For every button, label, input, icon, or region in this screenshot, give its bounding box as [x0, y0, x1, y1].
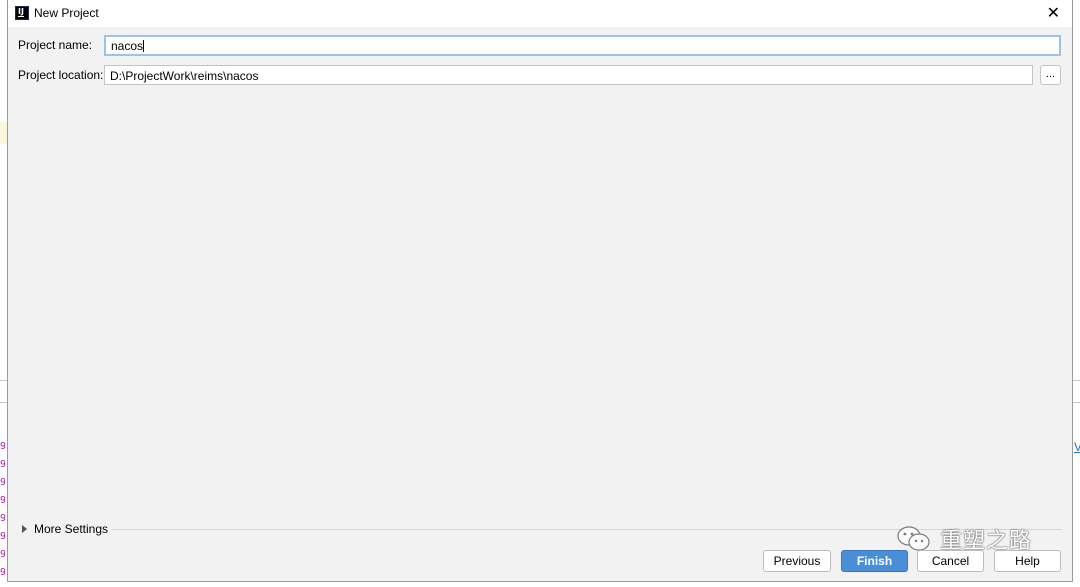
panel-divider — [0, 402, 7, 403]
log-marker: 9 — [0, 514, 5, 524]
log-marker: 9 — [0, 568, 5, 578]
log-marker: 9 — [0, 496, 5, 506]
previous-button[interactable]: Previous — [763, 550, 831, 572]
log-marker: 9 — [0, 460, 5, 470]
close-icon[interactable]: ✕ — [1047, 3, 1060, 23]
dialog-titlebar[interactable]: IJ New Project ✕ — [8, 0, 1072, 27]
more-settings-label: More Settings — [34, 522, 109, 536]
project-name-value: nacos — [111, 39, 144, 53]
log-marker: 9 — [0, 442, 5, 452]
dialog-title: New Project — [34, 6, 99, 20]
background-link[interactable]: V — [1074, 440, 1080, 454]
intellij-app-icon: IJ — [15, 6, 29, 20]
help-button[interactable]: Help — [994, 550, 1061, 572]
log-marker: 9 — [0, 532, 5, 542]
more-settings-toggle[interactable]: More Settings — [22, 522, 108, 536]
project-name-input[interactable]: nacos — [104, 35, 1061, 56]
expand-triangle-icon — [22, 525, 27, 533]
browse-button[interactable]: ... — [1040, 65, 1061, 85]
background-ide-left: 9 9 9 9 9 9 9 9 — [0, 0, 7, 587]
project-location-input[interactable]: D:\ProjectWork\reims\nacos — [104, 65, 1033, 85]
cancel-button[interactable]: Cancel — [917, 550, 984, 572]
panel-divider — [0, 380, 7, 381]
wechat-icon — [896, 525, 932, 553]
editor-highlight-line — [0, 122, 7, 144]
project-name-label: Project name: — [18, 38, 93, 52]
log-marker: 9 — [0, 478, 5, 488]
text-caret — [143, 40, 145, 52]
new-project-dialog: IJ New Project ✕ Project name: nacos Pro… — [7, 0, 1073, 582]
project-location-label: Project location: — [18, 68, 104, 82]
finish-button[interactable]: Finish — [841, 550, 908, 572]
log-marker: 9 — [0, 550, 5, 560]
